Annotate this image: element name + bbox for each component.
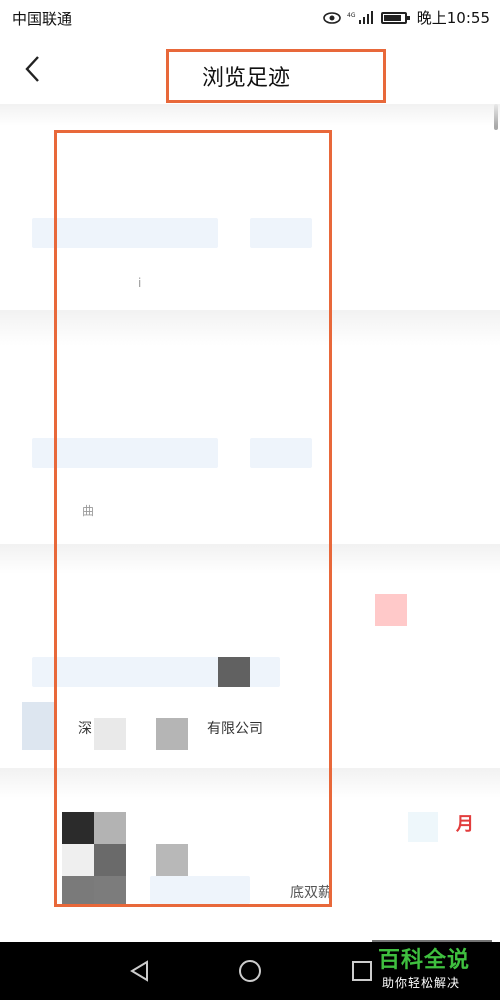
clock: 晚上10:55: [416, 9, 490, 27]
list-highlight-box: [54, 130, 332, 907]
watermark-subtitle: 助你轻松解决: [382, 976, 461, 990]
watermark: 百科全说 助你轻松解决: [372, 940, 492, 996]
nav-back-button[interactable]: [128, 959, 152, 983]
company-logo: [22, 702, 56, 750]
network-type-label: 4G: [347, 12, 356, 19]
salary-fragment: 月: [456, 814, 474, 835]
watermark-title: 百科全说: [378, 948, 471, 973]
header: 浏览足迹: [0, 34, 500, 104]
back-button[interactable]: [18, 54, 48, 84]
status-bar: 中国联通 4G 晚上10:55: [0, 0, 500, 34]
fade-band: [0, 104, 500, 126]
chevron-left-icon: [25, 56, 39, 82]
status-icons: 4G 晚上10:55: [322, 7, 490, 28]
carrier-name: 中国联通: [12, 10, 73, 28]
signal-icon: 4G: [347, 10, 373, 24]
circle-home-icon: [239, 960, 261, 982]
nav-home-button[interactable]: [238, 959, 262, 983]
nav-recents-button[interactable]: [350, 959, 374, 983]
eye-icon: [322, 11, 341, 24]
page-title: 浏览足迹: [202, 66, 291, 91]
title-highlight-box: 浏览足迹: [166, 49, 386, 103]
triangle-back-icon: [130, 960, 148, 982]
battery-icon: [380, 11, 410, 24]
blurred-tag: [375, 594, 407, 626]
blurred-tag: [408, 812, 438, 842]
square-recents-icon: [352, 961, 372, 981]
